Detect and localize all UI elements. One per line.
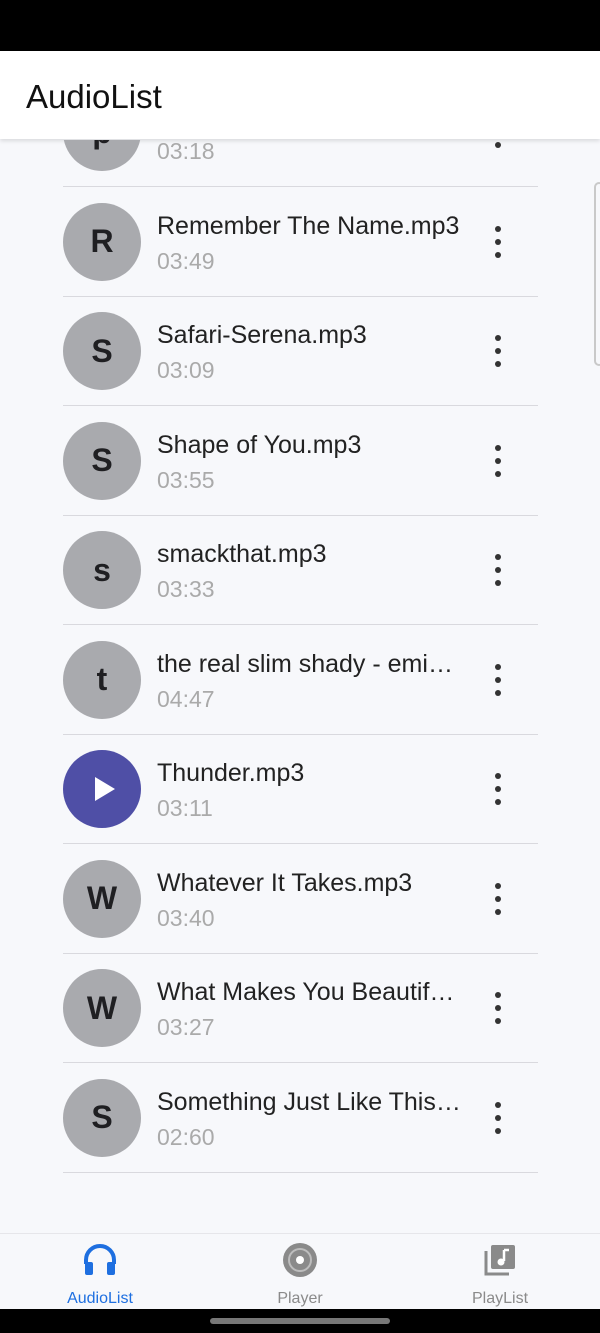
more-options-icon[interactable] <box>485 225 511 258</box>
more-dot <box>495 1005 501 1011</box>
track-title: Whatever It Takes.mp3 <box>157 868 413 897</box>
more-dot <box>495 567 501 573</box>
track-duration: 03:40 <box>157 904 215 931</box>
more-dot <box>495 895 501 902</box>
more-dot <box>495 554 501 560</box>
scrollbar[interactable] <box>594 182 600 366</box>
more-dot <box>495 238 501 245</box>
track-title: smackthat.mp3 <box>157 540 327 568</box>
now-playing-indicator <box>63 750 141 828</box>
track-row[interactable]: W Whatever It Takes.mp3 03:40 <box>63 845 538 954</box>
app-bar: AudioList <box>0 51 600 139</box>
more-dot <box>495 335 501 341</box>
disc-icon <box>283 1243 317 1277</box>
track-title: Remember The Name.mp3 <box>157 211 460 240</box>
track-duration: 04:47 <box>157 685 215 712</box>
more-options-icon[interactable] <box>485 444 511 477</box>
more-dot <box>495 882 501 889</box>
track-title: the real slim shady - eminem.mp3 <box>157 649 462 678</box>
track-row[interactable]: t the real slim shady - eminem.mp3 04:47 <box>63 626 538 735</box>
nav-item-player[interactable]: Player <box>200 1234 400 1310</box>
more-options-icon[interactable] <box>485 992 511 1024</box>
track-row[interactable]: S Something Just Like This.mp3 02:60 <box>63 1064 538 1173</box>
more-dot <box>495 676 501 683</box>
more-dot <box>495 1127 501 1134</box>
more-dot <box>495 773 501 779</box>
track-row[interactable]: W What Makes You Beautiful.mp3 03:27 <box>63 954 538 1063</box>
more-dot <box>495 799 501 805</box>
track-duration: 03:49 <box>157 247 215 274</box>
nav-item-audiolist[interactable]: AudioList <box>0 1234 200 1310</box>
more-options-icon[interactable] <box>485 773 511 805</box>
track-duration: 03:11 <box>157 795 213 821</box>
more-dot <box>495 225 501 232</box>
more-dot <box>495 251 501 258</box>
track-title: Thunder.mp3 <box>157 759 305 787</box>
track-row[interactable]: p 03:18 <box>63 140 538 187</box>
more-options-icon[interactable] <box>485 663 511 696</box>
more-dot <box>495 470 501 477</box>
home-indicator[interactable] <box>210 1318 390 1324</box>
more-dot <box>495 689 501 696</box>
play-icon <box>95 777 115 801</box>
more-dot <box>495 1114 501 1121</box>
track-title: Safari-Serena.mp3 <box>157 321 367 349</box>
page-title: AudioList <box>26 78 162 115</box>
track-avatar: S <box>63 421 141 500</box>
headphones-icon <box>84 1244 116 1275</box>
track-duration: 03:27 <box>157 1014 215 1040</box>
track-avatar: W <box>63 859 141 938</box>
more-options-icon[interactable] <box>485 882 511 915</box>
more-dot <box>495 348 501 354</box>
nav-label-playlist: PlayList <box>471 1290 529 1307</box>
track-title: Shape of You.mp3 <box>157 430 362 459</box>
track-avatar: R <box>63 202 141 281</box>
nav-item-playlist[interactable]: PlayList <box>400 1234 600 1310</box>
track-row[interactable]: s smackthat.mp3 03:33 <box>63 516 538 625</box>
nav-label-player: Player <box>277 1290 323 1307</box>
track-row[interactable]: R Remember The Name.mp3 03:49 <box>63 188 538 297</box>
more-dot <box>495 663 501 670</box>
more-dot <box>495 142 501 148</box>
more-dot <box>495 457 501 464</box>
more-options-icon[interactable] <box>485 335 511 367</box>
track-row[interactable]: Thunder.mp3 03:11 <box>63 735 538 844</box>
more-options-icon[interactable] <box>485 1101 511 1134</box>
more-options-icon[interactable] <box>485 554 511 586</box>
more-dot <box>495 580 501 586</box>
status-bar <box>0 0 600 51</box>
track-duration: 03:09 <box>157 357 215 383</box>
more-dot <box>495 1018 501 1024</box>
more-dot <box>495 444 501 451</box>
track-avatar: S <box>63 312 141 390</box>
more-dot <box>495 786 501 792</box>
track-avatar: s <box>63 531 141 609</box>
track-duration: 03:18 <box>157 140 215 164</box>
track-avatar: W <box>63 969 141 1047</box>
track-duration: 02:60 <box>157 1123 215 1150</box>
track-duration: 03:33 <box>157 576 215 602</box>
track-avatar: t <box>63 640 141 719</box>
more-options-icon[interactable] <box>485 140 511 148</box>
track-avatar: S <box>63 1078 141 1157</box>
more-dot <box>495 361 501 367</box>
music-library-icon <box>484 1245 515 1276</box>
more-dot <box>495 1101 501 1108</box>
track-row[interactable]: S Safari-Serena.mp3 03:09 <box>63 297 538 406</box>
track-row[interactable]: S Shape of You.mp3 03:55 <box>63 407 538 516</box>
track-list[interactable]: p 03:18 R Remember The Name.mp3 03:49 S Safari… <box>0 140 600 1233</box>
track-title: Something Just Like This.mp3 <box>157 1087 462 1116</box>
more-dot <box>495 908 501 915</box>
nav-label-audiolist: AudioList <box>67 1290 133 1307</box>
bottom-navigation: AudioList Player PlayList <box>0 1233 600 1310</box>
track-title: What Makes You Beautiful.mp3 <box>157 978 462 1006</box>
track-avatar: p <box>63 140 141 171</box>
track-duration: 03:55 <box>157 466 215 493</box>
more-dot <box>495 992 501 998</box>
